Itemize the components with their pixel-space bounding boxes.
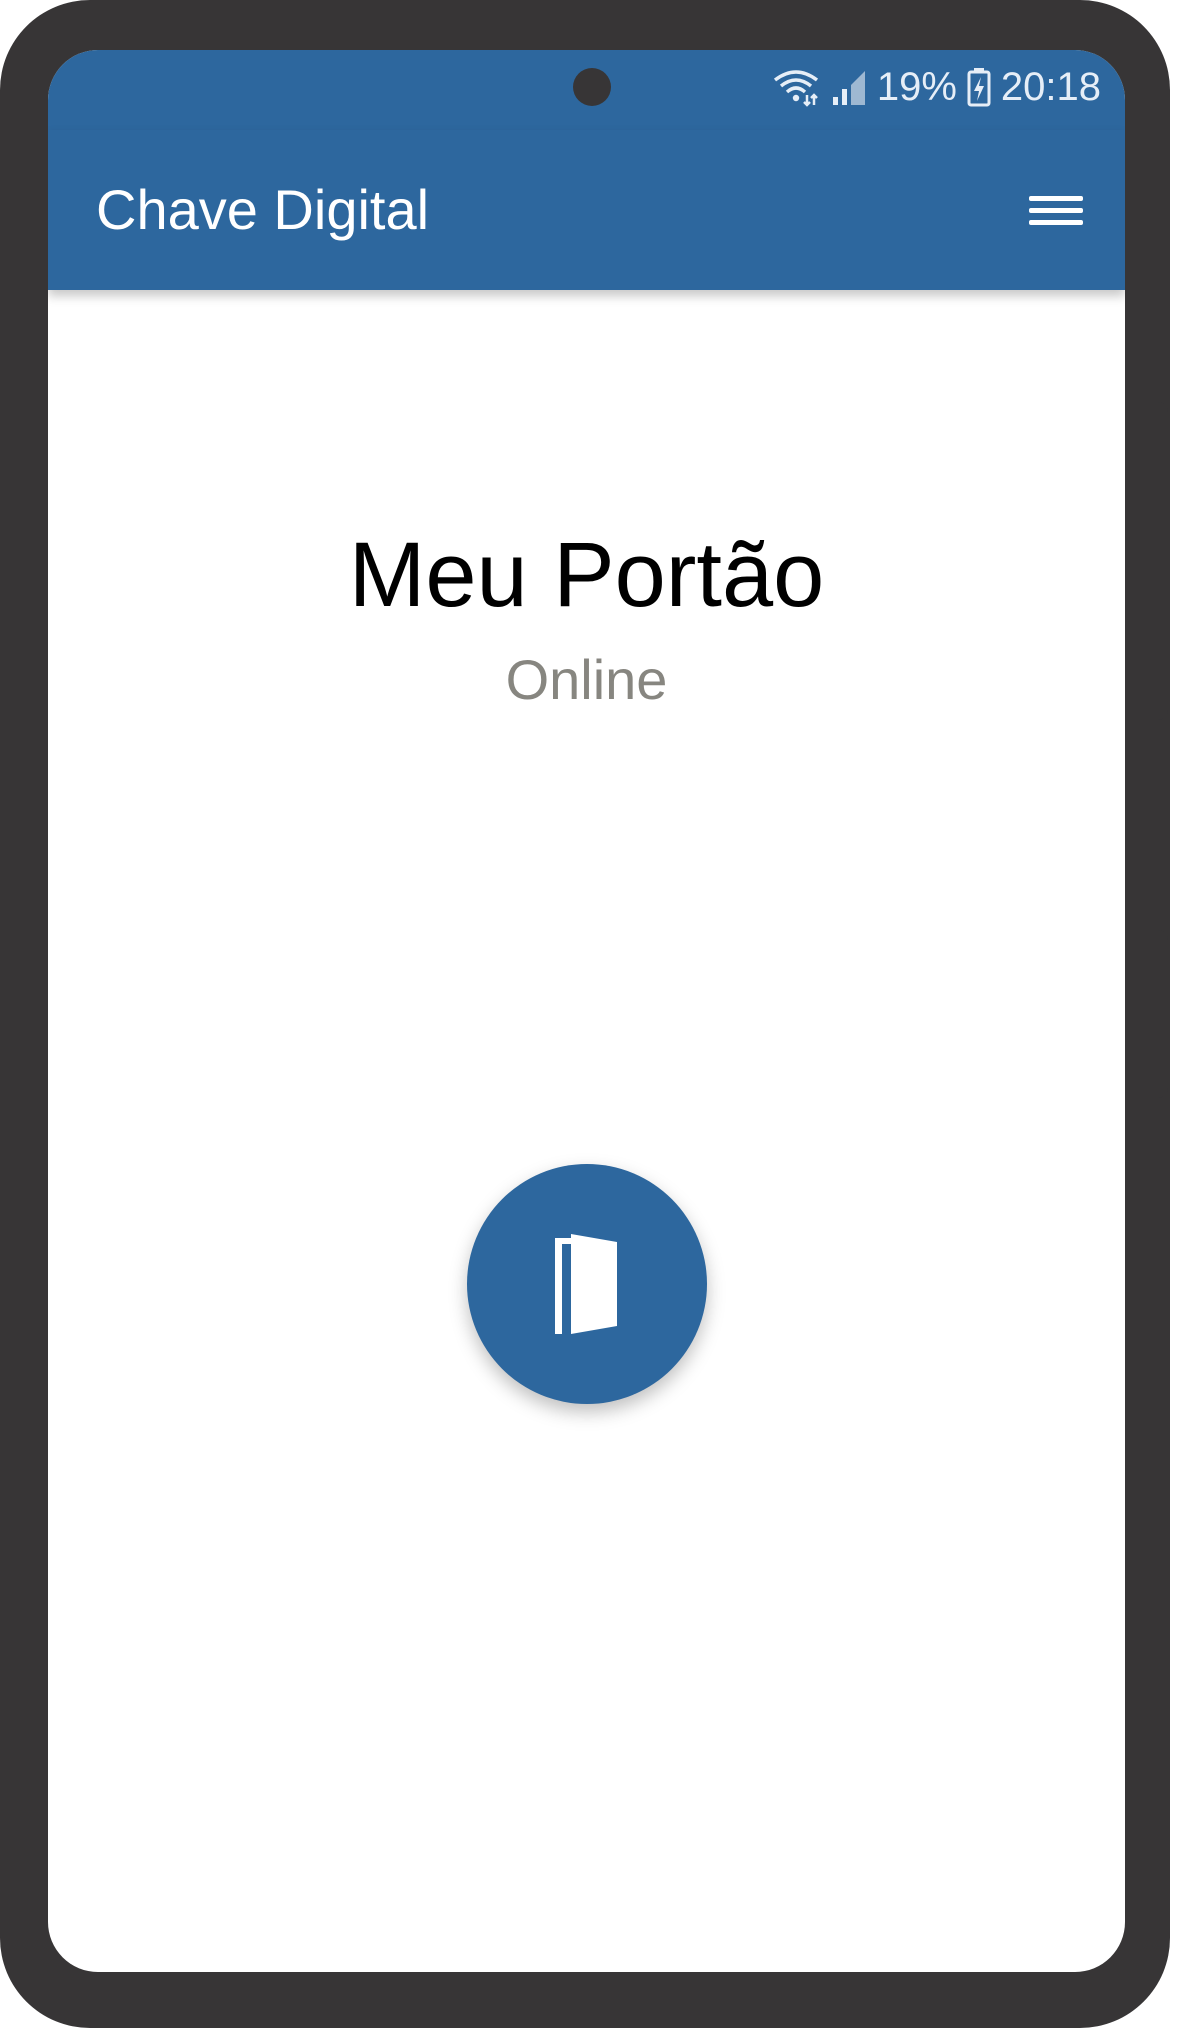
status-bar: 19% 20:18 xyxy=(48,50,1125,130)
signal-icon xyxy=(831,67,867,107)
status-icons: 19% 20:18 xyxy=(771,62,1101,112)
clock: 20:18 xyxy=(1000,65,1101,109)
canvas: 19% 20:18 Chave Digital Meu Portão Onlin… xyxy=(0,0,1184,2028)
open-door-icon xyxy=(555,1234,617,1334)
open-gate-button[interactable] xyxy=(467,1164,707,1404)
menu-button[interactable] xyxy=(1021,182,1091,238)
app-bar: Chave Digital xyxy=(48,130,1125,290)
power-button xyxy=(1154,930,1168,1098)
volume-button xyxy=(1154,402,1168,720)
battery-percentage: 19% xyxy=(876,65,957,109)
app-title: Chave Digital xyxy=(96,178,430,241)
battery-charging-icon xyxy=(967,67,991,107)
phone-screen: 19% 20:18 Chave Digital Meu Portão Onlin… xyxy=(48,50,1125,1972)
front-camera xyxy=(573,68,611,106)
device-status: Online xyxy=(505,648,668,711)
phone-frame: 19% 20:18 Chave Digital Meu Portão Onlin… xyxy=(0,0,1170,2028)
device-name: Meu Portão xyxy=(348,524,825,626)
wifi-icon xyxy=(771,67,821,107)
